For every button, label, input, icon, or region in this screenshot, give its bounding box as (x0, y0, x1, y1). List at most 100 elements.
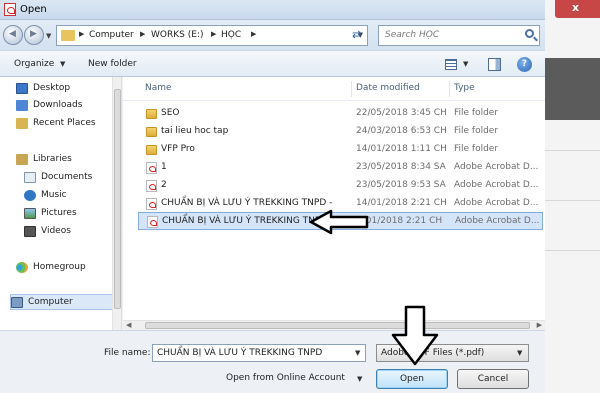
file-date: 23/05/2018 9:53 SA (356, 180, 446, 190)
file-row[interactable]: SEO 22/05/2018 3:45 CH File folder (123, 105, 545, 123)
column-header-date-modified[interactable]: Date modified (356, 83, 420, 93)
column-divider[interactable] (351, 81, 352, 97)
sidebar-item-desktop[interactable]: Desktop (16, 80, 70, 96)
sidebar-item-videos[interactable]: Videos (24, 223, 71, 239)
file-row[interactable]: tai lieu hoc tap 24/03/2018 6:53 CH File f… (123, 123, 545, 141)
open-button[interactable]: Open (376, 369, 448, 389)
back-button[interactable]: ◀ (3, 25, 23, 45)
file-row[interactable]: 2 23/05/2018 9:53 SA Adobe Acrobat D... (123, 177, 545, 195)
file-type: Adobe Acrobat D... (454, 162, 539, 172)
file-name: CHUẨN BỊ VÀ LƯU Ý TREKKING TNP (162, 216, 321, 226)
down-arrow-annotation (391, 305, 439, 366)
file-date: 14/01/2018 1:11 CH (356, 144, 447, 154)
recent-places-icon (16, 117, 28, 129)
recent-locations-dropdown[interactable]: ▼ (46, 32, 51, 40)
scrollbar-thumb[interactable] (145, 322, 530, 329)
folder-icon (61, 30, 75, 41)
file-type: File folder (454, 144, 499, 154)
breadcrumb-separator[interactable]: ▶ (211, 30, 216, 38)
file-type: Adobe Acrobat D... (454, 180, 539, 190)
sidebar-item-pictures[interactable]: Pictures (24, 205, 77, 221)
background-close-button[interactable]: x (555, 0, 600, 18)
file-row[interactable]: VFP Pro 14/01/2018 1:11 CH File folder (123, 141, 545, 159)
column-divider[interactable] (449, 81, 450, 97)
background-application: x (545, 0, 600, 393)
sidebar-item-label: Homegroup (33, 262, 86, 272)
title-bar: Open (0, 0, 545, 20)
file-type: File folder (454, 126, 499, 136)
refresh-icon[interactable]: ⇄ (352, 28, 361, 41)
scrollbar-thumb[interactable] (114, 89, 121, 309)
downloads-icon (16, 99, 28, 111)
horizontal-scrollbar[interactable]: ◀ ▶ (123, 320, 545, 330)
background-divider (545, 250, 600, 251)
music-icon (24, 189, 36, 201)
address-row: ◀ ▶ ▼ ▶ Computer ▶ WORKS (E:) ▶ HỌC ▶ ▼ … (0, 20, 545, 50)
pdf-file-icon (147, 216, 158, 228)
homegroup-icon (16, 261, 28, 273)
sidebar-item-downloads[interactable]: Downloads (16, 97, 82, 113)
navigation-scrollbar[interactable] (112, 77, 121, 330)
sidebar-item-label: Desktop (33, 83, 71, 93)
scroll-right-icon[interactable]: ▶ (537, 321, 542, 329)
file-date: 4/01/2018 2:21 CH (357, 216, 443, 226)
file-name: SEO (161, 108, 180, 118)
change-view-icon[interactable] (445, 59, 457, 70)
file-name-input[interactable]: CHUẨN BỊ VÀ LƯU Ý TREKKING TNPD (152, 344, 366, 362)
search-box[interactable]: Search HỌC (378, 25, 540, 46)
sidebar-item-libraries[interactable]: Libraries (16, 151, 72, 167)
chevron-down-icon[interactable]: ▼ (357, 375, 362, 383)
documents-icon (24, 171, 36, 183)
pdf-file-icon (146, 198, 157, 210)
column-header-type[interactable]: Type (454, 83, 475, 93)
file-date: 14/01/2018 2:21 CH (356, 198, 447, 208)
sidebar-item-label: Recent Places (33, 118, 96, 128)
help-icon[interactable]: ? (517, 57, 532, 72)
navigation-pane: Desktop Downloads Recent Places Librarie… (0, 77, 122, 330)
sidebar-item-label: Downloads (33, 100, 83, 110)
chevron-down-icon[interactable]: ▼ (517, 349, 522, 357)
cancel-button[interactable]: Cancel (457, 369, 529, 389)
file-type: File folder (454, 108, 499, 118)
pdf-file-icon (146, 162, 157, 174)
chevron-down-icon[interactable]: ▼ (60, 60, 65, 68)
left-arrow-annotation (309, 209, 369, 235)
new-folder-button[interactable]: New folder (88, 59, 137, 69)
sidebar-item-documents[interactable]: Documents (24, 169, 92, 185)
breadcrumb-separator[interactable]: ▶ (251, 30, 256, 38)
sidebar-item-label: Computer (28, 297, 73, 307)
sidebar-item-recent-places[interactable]: Recent Places (16, 115, 96, 131)
organize-button[interactable]: Organize (14, 59, 54, 69)
preview-pane-icon[interactable] (488, 58, 501, 71)
address-bar[interactable]: ▶ Computer ▶ WORKS (E:) ▶ HỌC ▶ ▼ (56, 25, 368, 46)
search-icon[interactable] (525, 29, 534, 38)
file-name: 2 (161, 180, 167, 190)
dialog-footer: File name: CHUẨN BỊ VÀ LƯU Ý TREKKING TN… (0, 330, 545, 393)
sidebar-item-music[interactable]: Music (24, 187, 67, 203)
file-date: 23/05/2018 8:34 SA (356, 162, 446, 172)
open-online-account-button[interactable]: Open from Online Account (226, 373, 345, 383)
breadcrumb-separator[interactable]: ▶ (140, 30, 145, 38)
background-divider (545, 200, 600, 201)
file-name: CHUẨN BỊ VÀ LƯU Ý TREKKING TNPD - (161, 198, 333, 208)
file-type: Adobe Acrobat D... (454, 198, 539, 208)
libraries-icon (16, 153, 28, 165)
pdf-file-icon (146, 180, 157, 192)
breadcrumb-computer[interactable]: Computer (89, 30, 134, 40)
file-type: Adobe Acrobat D... (455, 216, 540, 226)
folder-icon (146, 109, 157, 119)
sidebar-item-computer[interactable]: Computer (10, 294, 120, 310)
open-file-dialog: Open ◀ ▶ ▼ ▶ Computer ▶ WORKS (E:) ▶ HỌC… (0, 0, 545, 393)
background-divider (545, 150, 600, 151)
column-header-name[interactable]: Name (145, 83, 172, 93)
file-row[interactable]: 1 23/05/2018 8:34 SA Adobe Acrobat D... (123, 159, 545, 177)
forward-button[interactable]: ▶ (24, 25, 44, 45)
chevron-down-icon[interactable]: ▼ (463, 60, 468, 68)
breadcrumb-separator[interactable]: ▶ (79, 30, 84, 38)
scroll-left-icon[interactable]: ◀ (126, 321, 131, 329)
breadcrumb-works-drive[interactable]: WORKS (E:) (151, 30, 203, 40)
breadcrumb-hoc[interactable]: HỌC (221, 30, 241, 40)
sidebar-item-homegroup[interactable]: Homegroup (16, 259, 86, 275)
close-icon: x (572, 1, 580, 14)
chevron-down-icon[interactable]: ▼ (355, 349, 360, 357)
